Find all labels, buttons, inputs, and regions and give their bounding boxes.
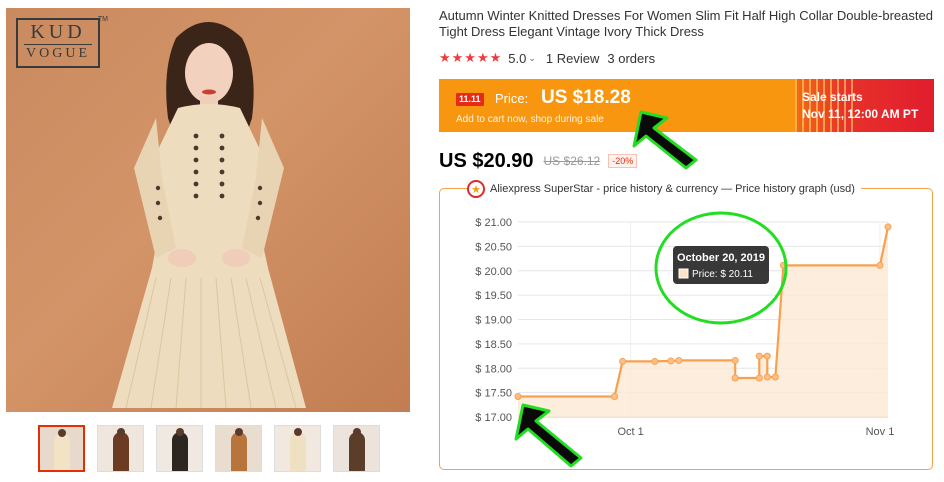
sale-price-label: Price: (495, 91, 529, 106)
y-tick-label: $ 21.00 (475, 217, 512, 229)
price-point (731, 356, 739, 364)
price-point (651, 357, 659, 365)
price-point (667, 357, 675, 365)
price-point (675, 356, 683, 364)
thumbnail-4[interactable] (215, 425, 262, 472)
sale-stripes-decoration (795, 79, 855, 132)
price-point (763, 352, 771, 360)
thumbnail-head (57, 429, 66, 437)
main-product-image[interactable]: KUD VOGUE TM (6, 8, 410, 412)
y-tick-label: $ 19.50 (475, 290, 512, 302)
thumbnail-5[interactable] (274, 425, 321, 472)
price-row: US $20.90 US $26.12 -20% (439, 149, 638, 172)
price-point (731, 374, 739, 382)
sale-starts-date: Nov 11, 12:00 AM PT (802, 107, 919, 121)
thumbnail-head (175, 428, 184, 436)
thumbnail-dress (112, 432, 129, 471)
price-point (771, 373, 779, 381)
price-history-chart[interactable]: $ 21.00 $ 20.50 $ 20.00 $ 19.50 $ 19.00 $ 18.… (439, 200, 933, 450)
thumbnail-dress (348, 432, 365, 471)
product-title: Autumn Winter Knitted Dresses For Women … (439, 8, 933, 39)
brand-logo-tm: TM (97, 16, 108, 23)
reviews-link[interactable]: 1 Review (546, 51, 599, 66)
sale-countdown-panel (795, 79, 934, 132)
old-price: US $26.12 (543, 154, 601, 168)
y-tick-label: $ 18.50 (475, 339, 512, 351)
tooltip-date: October 20, 2019 (677, 252, 765, 264)
y-tick-label: $ 18.00 (475, 363, 512, 375)
thumbnail-head (293, 428, 302, 436)
price-history-title[interactable]: Aliexpress SuperStar - price history & c… (490, 183, 855, 195)
tooltip-swatch (678, 268, 689, 279)
thumbnail-dress (171, 432, 188, 471)
thumbnail-head (352, 428, 361, 436)
price-point (514, 393, 522, 401)
sale-price: US $18.28 (541, 87, 631, 108)
price-point (755, 352, 763, 360)
rating-value[interactable]: 5.0 (508, 51, 526, 66)
rating-row: ★★★★★ 5.0 ⌄ 1 Review 3 orders (439, 50, 655, 66)
price-point (779, 261, 787, 269)
thumbnail-dress (230, 432, 247, 471)
price-history-header: ★ Aliexpress SuperStar - price history &… (467, 180, 861, 198)
x-tick-label: Nov 1 (866, 426, 895, 438)
current-price: US $20.90 (439, 149, 534, 172)
price-point (763, 373, 771, 381)
thumbnail-3[interactable] (156, 425, 203, 472)
sale-subtitle: Add to cart now, shop during sale (456, 114, 604, 125)
superstar-icon: ★ (467, 180, 485, 198)
price-point (611, 393, 619, 401)
price-point (755, 374, 763, 382)
price-point (876, 261, 884, 269)
thumbnail-dress (53, 433, 70, 470)
chevron-down-icon[interactable]: ⌄ (528, 53, 536, 64)
tooltip-price: Price: $ 20.11 (692, 269, 753, 280)
y-tick-label: $ 19.00 (475, 315, 512, 327)
discount-badge: -20% (608, 154, 638, 168)
thumbnail-2[interactable] (97, 425, 144, 472)
brand-logo: KUD VOGUE TM (16, 16, 108, 68)
sale-starts-label: Sale starts (802, 90, 863, 104)
price-point (619, 357, 627, 365)
price-point (884, 223, 892, 231)
y-tick-label: $ 20.50 (475, 241, 512, 253)
model-photo (112, 22, 306, 409)
brand-logo-bottom: VOGUE (24, 44, 92, 61)
sale-banner: 11.11 Price: US $18.28 Add to cart now, … (439, 79, 934, 132)
x-tick-label: Oct 1 (617, 426, 643, 438)
rating-stars-icon: ★★★★★ (439, 50, 503, 65)
y-tick-label: $ 20.00 (475, 266, 512, 278)
thumbnail-strip (38, 425, 380, 473)
thumbnail-head (234, 428, 243, 436)
sale-badge: 11.11 (456, 93, 484, 106)
orders-count: 3 orders (607, 50, 656, 66)
brand-logo-top: KUD (30, 21, 86, 43)
thumbnail-1[interactable] (38, 425, 85, 472)
y-tick-label: $ 17.00 (475, 412, 512, 424)
thumbnail-head (116, 428, 125, 436)
y-tick-label: $ 17.50 (475, 388, 512, 400)
thumbnail-dress (289, 432, 306, 471)
thumbnail-6[interactable] (333, 425, 380, 472)
sale-price-panel: 11.11 Price: US $18.28 Add to cart now, … (439, 79, 795, 132)
